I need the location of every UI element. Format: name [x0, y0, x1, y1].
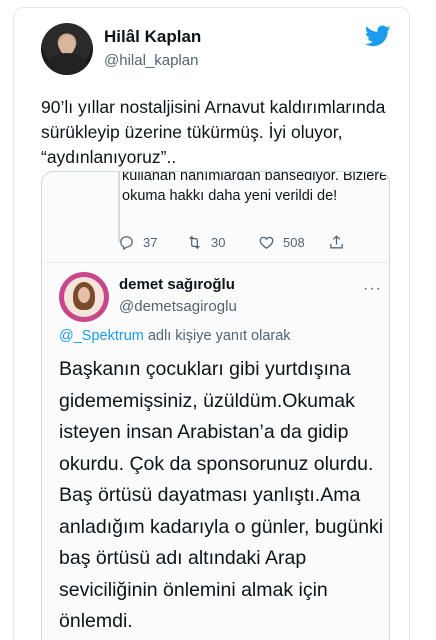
more-icon[interactable]: ···	[363, 280, 382, 298]
author-avatar[interactable]	[41, 23, 93, 75]
author-handle[interactable]: @hilal_kaplan	[104, 52, 198, 69]
reply-button[interactable]: 37	[118, 234, 157, 251]
quoted-tweet[interactable]: kullanan hanımlardan bahsediyor. Bizlere…	[41, 171, 390, 640]
avatar-face	[59, 35, 75, 55]
twitter-bird-icon[interactable]	[363, 23, 393, 49]
author-display-name[interactable]: Hilâl Kaplan	[104, 27, 201, 47]
quoted-tweet-text: Başkanın çocukları gibi yurtdışına gidem…	[59, 358, 384, 632]
retweet-button[interactable]: 30	[186, 234, 225, 251]
reply-count: 37	[143, 235, 158, 250]
divider	[42, 262, 389, 263]
quoted-author-handle[interactable]: @demetsagiroglu	[119, 298, 237, 315]
share-icon	[330, 235, 343, 249]
previous-tweet-text: kullanan hanımlardan bahsediyor. Bizlere…	[122, 171, 388, 204]
like-icon	[259, 236, 274, 249]
tweet-text: 90’lı yıllar nostaljisini Arnavut kaldır…	[41, 97, 386, 167]
retweet-icon	[189, 235, 200, 250]
avatar-scarf	[47, 53, 87, 75]
quoted-author-avatar[interactable]	[59, 272, 109, 322]
reply-icon	[120, 236, 133, 250]
like-count: 508	[283, 235, 305, 250]
thread-line	[118, 172, 120, 242]
avatar-face	[78, 287, 90, 303]
reply-to-label: adlı kişiye yanıt olarak	[143, 328, 291, 344]
share-button[interactable]	[328, 234, 345, 251]
action-bar: 37 30 508	[118, 234, 388, 254]
reply-context: @_Spektrum adlı kişiye yanıt olarak	[59, 328, 291, 344]
retweet-count: 30	[211, 235, 226, 250]
like-button[interactable]: 508	[258, 234, 305, 251]
quoted-author-display-name[interactable]: demet sağıroğlu	[119, 276, 235, 293]
reply-to-mention[interactable]: @_Spektrum	[59, 328, 144, 344]
